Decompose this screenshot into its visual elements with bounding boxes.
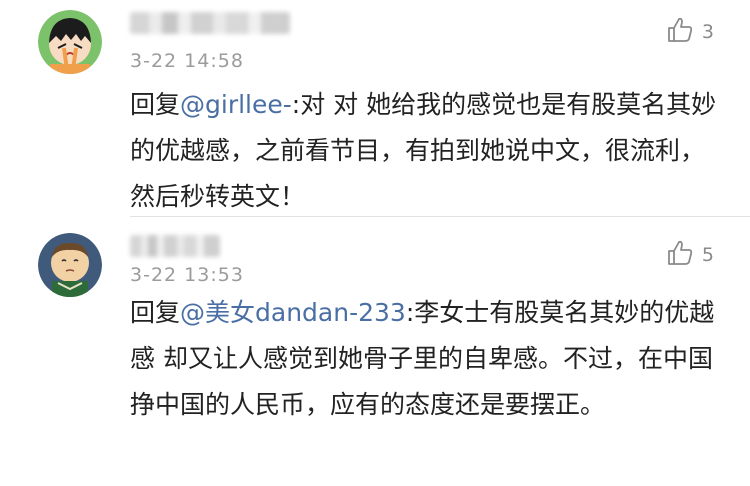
comment-body: 回复@girllee-:对 对 她给我的感觉也是有股莫名其妙的优越感，之前看节目…	[130, 82, 720, 220]
like-button[interactable]: 3	[666, 16, 714, 48]
comment-item: 3-22 13:53 5 回复@美女dandan-233:李女士有股莫名其妙的优…	[0, 217, 750, 486]
cartoon-man-avatar-icon	[38, 233, 102, 297]
mention-link[interactable]: @girllee-	[180, 90, 292, 119]
thumbs-up-icon	[666, 16, 694, 48]
mention-link[interactable]: @美女dandan-233	[180, 298, 406, 327]
like-count: 3	[701, 21, 714, 43]
username-blurred	[130, 12, 290, 34]
like-button[interactable]: 5	[666, 239, 714, 271]
comment-item: 3-22 14:58 3 回复@girllee-:对 对 她给我的感觉也是有股莫…	[0, 0, 750, 216]
username-blurred	[130, 235, 220, 257]
thumbs-up-icon	[666, 239, 694, 271]
like-count: 5	[701, 244, 714, 266]
reply-prefix: 回复	[130, 298, 181, 327]
comment-time: 3-22 13:53	[130, 264, 244, 286]
avatar[interactable]	[38, 233, 102, 297]
comment-body: 回复@美女dandan-233:李女士有股莫名其妙的优越感 却又让人感觉到她骨子…	[130, 290, 720, 428]
reply-prefix: 回复	[130, 90, 181, 119]
avatar[interactable]	[38, 10, 102, 74]
cartoon-girl-avatar-icon	[38, 10, 102, 74]
comment-time: 3-22 14:58	[130, 50, 244, 72]
